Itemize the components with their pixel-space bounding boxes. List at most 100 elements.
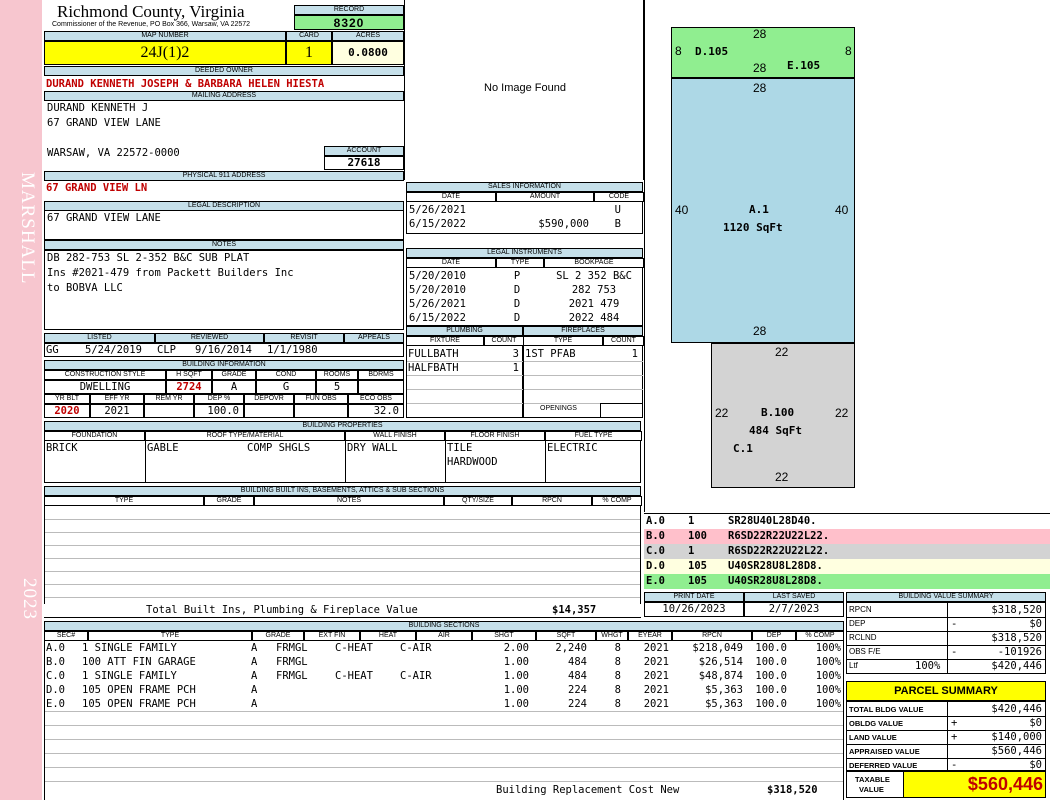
section-ext-fin: FRMGL xyxy=(276,642,308,654)
vector-string: U40SR28U8L28D8. xyxy=(728,560,823,572)
section-air: C-AIR xyxy=(400,642,432,654)
listed-header: LISTED xyxy=(44,333,155,343)
revisit-header: REVISIT xyxy=(264,333,344,343)
section-id: B.0 xyxy=(46,656,65,668)
section-sqft: 2,240 xyxy=(555,642,587,654)
sketch-d-label: D.105 xyxy=(695,45,729,58)
sales-amount-col: AMOUNT xyxy=(496,192,594,202)
section-col-header: SQFT xyxy=(536,631,596,641)
sketch-d-bottom: 28 xyxy=(753,61,767,75)
sidebar: MARSHALL 2023 xyxy=(0,0,42,800)
vector-row: A.0 1 SR28U40L28D40. xyxy=(644,514,1050,529)
bi-rpcn-col: RPCN xyxy=(512,496,592,506)
listed-date: 5/24/2019 xyxy=(85,344,142,356)
sales-date: 5/26/2021 xyxy=(409,204,466,216)
plumbing-fixture: HALFBATH xyxy=(408,362,459,374)
section-id: E.0 xyxy=(46,698,65,710)
h-rooms: ROOMS xyxy=(316,370,358,380)
section-eyear: 2021 xyxy=(643,642,669,654)
vector-row: C.0 1 R6SD22R22U22L22. xyxy=(644,544,1050,559)
fire-count-col: COUNT xyxy=(603,336,644,346)
section-type: 105 OPEN FRAME PCH xyxy=(82,684,196,696)
section-rpcn: $218,049 xyxy=(692,642,743,654)
ps-obldg-sign: + xyxy=(951,717,958,729)
mailing-line-3: WARSAW, VA 22572-0000 xyxy=(47,147,180,159)
sales-date-col: DATE xyxy=(406,192,496,202)
h-yrblt: YR BLT xyxy=(44,394,90,404)
section-id: D.0 xyxy=(46,684,65,696)
ps-land-label: LAND VALUE xyxy=(849,733,897,742)
ps-appraised-label: APPRAISED VALUE xyxy=(849,747,920,756)
fireplace-rule xyxy=(524,375,643,376)
section-whgt: 8 xyxy=(614,698,621,710)
listed-row: GG 5/24/2019 CLP 9/16/2014 1/1/1980 xyxy=(44,343,404,357)
sidebar-year: 2023 xyxy=(19,578,40,620)
section-rule xyxy=(45,781,843,782)
notes-line-2: Ins #2021-479 from Packett Builders Inc xyxy=(47,267,294,279)
sketch-d-top: 28 xyxy=(753,27,767,41)
notes-line-3: to BOBVA LLC xyxy=(47,282,123,294)
ps-appraised: $560,446 xyxy=(991,745,1042,757)
fireplace-rule xyxy=(524,389,643,390)
section-shgt: 1.00 xyxy=(503,698,529,710)
remodel-year xyxy=(144,404,194,418)
sketch-e-label: E.105 xyxy=(787,59,821,72)
sketch-b-top: 22 xyxy=(775,345,789,359)
building-cond: G xyxy=(256,380,316,394)
instr-date-col: DATE xyxy=(406,258,496,268)
section-rule xyxy=(45,725,843,726)
dep-percent: 100.0 xyxy=(194,404,244,418)
properties-header: BUILDING PROPERTIES xyxy=(44,421,641,431)
vector-id: C.0 xyxy=(646,545,665,557)
plumbing-rule xyxy=(407,375,523,376)
section-col-header: DEP xyxy=(752,631,796,641)
taxable-label-1: TAXABLE xyxy=(855,775,890,784)
section-shgt: 1.00 xyxy=(503,656,529,668)
plumbing-rule xyxy=(407,361,523,362)
vs-obs: -101926 xyxy=(997,646,1042,658)
instr-type-col: TYPE xyxy=(496,258,544,268)
instruments-table: DATE TYPE BOOKPAGE 5/20/2010 P SL 2 352 B&… xyxy=(406,258,644,326)
mailing-address-header: MAILING ADDRESS xyxy=(44,91,404,101)
vs-rpcn-label: RPCN xyxy=(849,605,872,614)
section-comp: 100% xyxy=(815,642,841,654)
properties-table: FOUNDATION ROOF TYPE/MATERIAL WALL FINIS… xyxy=(44,431,642,483)
instruments-header: LEGAL INSTRUMENTS xyxy=(406,248,643,258)
vs-dep: $0 xyxy=(1029,618,1042,630)
bi-comp-col: % COMP xyxy=(592,496,642,506)
vector-code: 105 xyxy=(688,575,707,587)
dep-override xyxy=(244,404,294,418)
foundation: BRICK xyxy=(46,442,78,454)
record-header: RECORD xyxy=(294,5,404,15)
instrument-date: 5/20/2010 xyxy=(409,270,466,282)
h-roof: ROOF TYPE/MATERIAL xyxy=(145,431,345,441)
sketch-b-bottom: 22 xyxy=(775,470,789,484)
vector-string: SR28U40L28D40. xyxy=(728,515,817,527)
section-col-header: SEC# xyxy=(44,631,88,641)
builtins-empty-rows xyxy=(45,506,640,602)
bi-grade-col: GRADE xyxy=(204,496,254,506)
building-grade: A xyxy=(212,380,256,394)
ps-obldg: $0 xyxy=(1029,717,1042,729)
sales-table: DATE AMOUNT CODE 5/26/2021 U 6/15/2022 $590… xyxy=(406,192,644,234)
section-comp: 100% xyxy=(815,698,841,710)
h-foundation: FOUNDATION xyxy=(44,431,145,441)
h-remyr: REM YR xyxy=(144,394,194,404)
parcel-summary-table: TOTAL BLDG VALUE $420,446 OBLDG VALUE + … xyxy=(846,701,1046,771)
vector-code: 1 xyxy=(688,545,695,557)
vs-rclnd: $318,520 xyxy=(991,632,1042,644)
notes-header: NOTES xyxy=(44,240,404,250)
fireplace-type: 1ST PFAB xyxy=(525,348,576,360)
section-dep: 100.0 xyxy=(755,698,787,710)
h-style: CONSTRUCTION STYLE xyxy=(44,370,166,380)
section-col-header: TYPE xyxy=(88,631,252,641)
section-type: 1 SINGLE FAMILY xyxy=(82,642,177,654)
h-funobs: FUN OBS xyxy=(294,394,348,404)
instrument-type: D xyxy=(513,284,521,296)
section-air: C-AIR xyxy=(400,670,432,682)
sketch-e-right: 8 xyxy=(845,44,852,58)
bi-qty-col: QTY/SIZE xyxy=(444,496,512,506)
section-heat: C-HEAT xyxy=(335,642,373,654)
instrument-type: P xyxy=(513,270,521,282)
fireplaces-header: FIREPLACES xyxy=(523,326,643,336)
